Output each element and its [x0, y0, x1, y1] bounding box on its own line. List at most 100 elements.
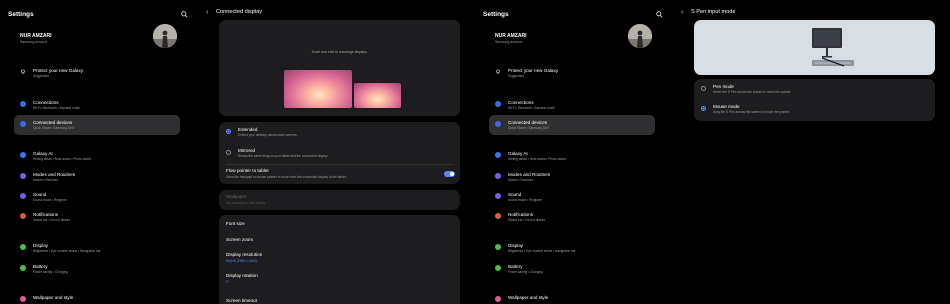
battery-icon [495, 265, 501, 271]
sidebar-item-display[interactable]: Display Brightness • Eye comfort shield … [489, 238, 655, 258]
palette-icon [20, 296, 26, 302]
sidebar-item-sub: Sound mode • Ringtone [508, 198, 542, 202]
display-rotation-item[interactable]: Display rotation [226, 273, 258, 278]
sidebar-item-label: Wallpaper and style [508, 294, 549, 300]
sidebar-item-label: Connected devices [33, 119, 73, 125]
screen-timeout-item[interactable]: Screen timeout [226, 298, 257, 303]
sidebar-item-notifications[interactable]: Notifications Status bar • Do not distur… [14, 207, 180, 227]
palette-icon [495, 296, 501, 302]
sidebar-item-sound[interactable]: Sound Sound mode • Ringtone [489, 187, 655, 207]
sound-icon [495, 193, 501, 199]
display-rotation-value: 0° [226, 280, 230, 284]
flow-pointer-sub: Allow the trackpad or mouse pointer to m… [226, 175, 347, 179]
sidebar-item-sound[interactable]: Sound Sound mode • Ringtone [14, 187, 180, 207]
display-resolution-value: WQHD (2560 x 1440) [226, 259, 257, 263]
sidebar-item-modes[interactable]: Modes and Routines Modes • Routines [489, 167, 655, 187]
arrangement-hint: Touch and hold to rearrange displays. [311, 50, 368, 54]
search-icon[interactable] [656, 11, 663, 18]
sidebar-item-connections[interactable]: Connections Wi-Fi • Bluetooth • Airplane… [489, 95, 655, 115]
back-arrow-icon[interactable]: ‹ [206, 9, 208, 16]
sidebar-item-label: Notifications [508, 211, 534, 217]
mouse-mode-label[interactable]: Mouse mode [713, 104, 740, 109]
sidebar-item-sub: Status bar • Do not disturb [33, 218, 71, 222]
ai-icon [495, 152, 501, 158]
screen-connected-display: Settings NUR AMZARI Samsung account Prot… [0, 0, 475, 304]
sidebar-item-connected-devices[interactable]: Connected devices Quick Share • Samsung … [14, 115, 180, 135]
lightbulb-icon [496, 69, 500, 75]
sidebar-item-sub: Modes • Routines [33, 178, 59, 182]
mouse-mode-radio[interactable] [701, 106, 706, 111]
sidebar-item-sub: Wi-Fi • Bluetooth • Airplane mode [508, 106, 556, 110]
sidebar-item-galaxy-ai[interactable]: Galaxy AI Writing assist • Note assist •… [489, 146, 655, 166]
display-resolution-item[interactable]: Display resolution [226, 252, 262, 257]
wifi-icon [495, 101, 501, 107]
sidebar-item-suggestion[interactable]: Protect your new Galaxy Suggestion [14, 63, 180, 83]
devices-icon [495, 121, 501, 127]
sidebar-item-notifications[interactable]: Notifications Status bar • Do not distur… [489, 207, 655, 227]
display-settings-card: Font size Screen zoom Display resolution… [219, 215, 460, 304]
spen-mode-card: Pen mode Hover the S Pen across the scre… [694, 79, 935, 121]
font-size-item[interactable]: Font size [226, 221, 245, 226]
extended-sub: Extend your desktop across both screens. [238, 133, 298, 137]
bell-icon [495, 213, 501, 219]
sidebar-item-wallpaper[interactable]: Wallpaper and style [14, 290, 180, 304]
flow-pointer-toggle[interactable] [444, 171, 455, 177]
spen-illustration [694, 20, 935, 75]
devices-icon [20, 121, 26, 127]
sidebar-item-galaxy-ai[interactable]: Galaxy AI Writing assist • Note assist •… [14, 146, 180, 166]
sidebar-item-label: Sound [33, 191, 47, 197]
sidebar-item-battery[interactable]: Battery Power saving • Charging [14, 259, 180, 279]
profile-name[interactable]: NUR AMZARI [20, 33, 51, 39]
mouse-mode-sub: Drag the S Pen across the screen to move… [713, 110, 790, 114]
extended-label[interactable]: Extended [238, 127, 257, 132]
ai-icon [20, 152, 26, 158]
back-arrow-icon[interactable]: ‹ [681, 9, 683, 16]
wallpaper-sub: Not available on this display [226, 201, 266, 205]
profile-name[interactable]: NUR AMZARI [495, 33, 526, 39]
sidebar-item-label: Modes and Routines [33, 171, 76, 177]
sidebar-item-label: Wallpaper and style [33, 294, 74, 300]
external-display-preview[interactable] [354, 83, 401, 108]
display-mode-card: Extended Extend your desktop across both… [219, 122, 460, 184]
sidebar-item-connections[interactable]: Connections Wi-Fi • Bluetooth • Airplane… [14, 95, 180, 115]
sidebar-item-label: Notifications [33, 211, 59, 217]
mirrored-radio[interactable] [226, 150, 231, 155]
modes-icon [495, 173, 501, 179]
sidebar-item-sub: Brightness • Eye comfort shield • Naviga… [508, 249, 576, 253]
sidebar-item-sub: Status bar • Do not disturb [508, 218, 546, 222]
screen-zoom-item[interactable]: Screen zoom [226, 237, 253, 242]
sidebar-item-label: Connections [508, 99, 534, 105]
sidebar-item-sub: Writing assist • Note assist • Photo ass… [508, 157, 566, 161]
sidebar-item-label: Protect your new Galaxy [508, 67, 559, 73]
avatar[interactable] [153, 24, 177, 48]
extended-radio[interactable] [226, 129, 231, 134]
sound-icon [20, 193, 26, 199]
sidebar-item-display[interactable]: Display Brightness • Eye comfort shield … [14, 238, 180, 258]
wallpaper-label: Wallpaper [226, 194, 247, 199]
profile-subtitle: Samsung account [495, 40, 523, 44]
pen-mode-label[interactable]: Pen mode [713, 84, 734, 89]
connected-display-pane: ‹ Connected display Touch and hold to re… [190, 0, 475, 304]
sidebar-item-sub: Quick Share • Samsung DeX [508, 126, 549, 130]
sidebar-item-connected-devices[interactable]: Connected devices Quick Share • Samsung … [489, 115, 655, 135]
spen-input-pane: ‹ S Pen input mode Pen mode Hover the S … [665, 0, 950, 304]
pen-mode-radio[interactable] [701, 86, 706, 91]
wifi-icon [20, 101, 26, 107]
search-icon[interactable] [181, 11, 188, 18]
screen-spen-input-mode: Settings NUR AMZARI Samsung account Prot… [475, 0, 950, 304]
display-arrangement-card[interactable]: Touch and hold to rearrange displays. [219, 20, 460, 116]
pen-mode-sub: Hover the S Pen across the screen to mov… [713, 90, 792, 94]
mirrored-label[interactable]: Mirrored [238, 148, 255, 153]
sidebar-item-battery[interactable]: Battery Power saving • Charging [489, 259, 655, 279]
battery-icon [20, 265, 26, 271]
sidebar-item-sub: Suggestion [33, 74, 49, 78]
display-icon [495, 244, 501, 250]
avatar[interactable] [628, 24, 652, 48]
sidebar-item-label: Connections [33, 99, 59, 105]
sidebar-item-suggestion[interactable]: Protect your new Galaxy Suggestion [489, 63, 655, 83]
sidebar-item-wallpaper[interactable]: Wallpaper and style [489, 290, 655, 304]
profile-subtitle: Samsung account [20, 40, 48, 44]
sidebar-item-label: Modes and Routines [508, 171, 551, 177]
tablet-display-preview[interactable] [284, 70, 352, 108]
sidebar-item-modes[interactable]: Modes and Routines Modes • Routines [14, 167, 180, 187]
